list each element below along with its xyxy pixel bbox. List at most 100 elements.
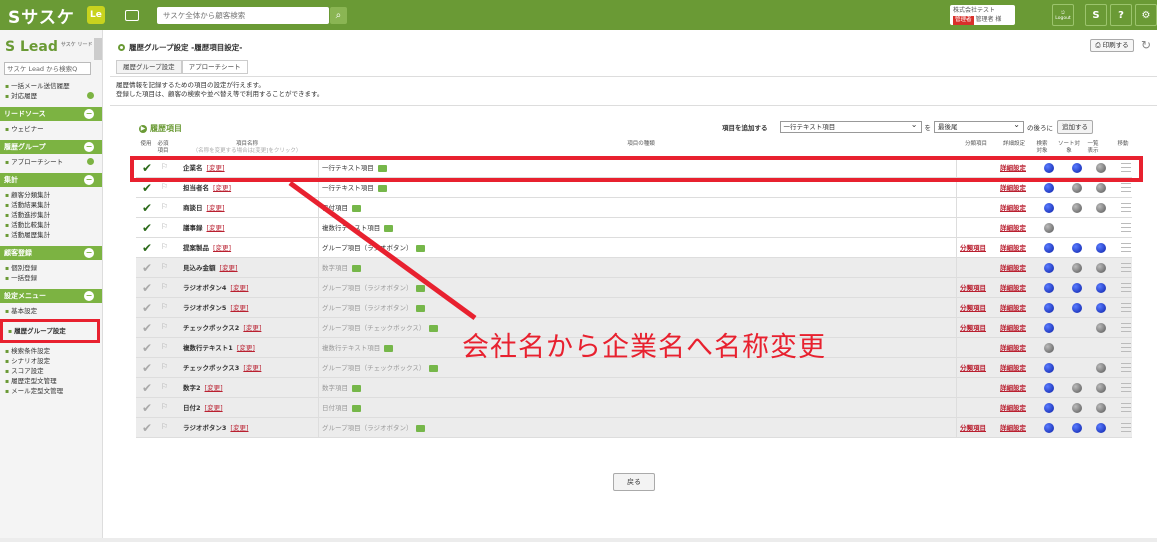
sidebar-section-history-group[interactable]: 履歴グループ [0, 140, 102, 154]
comment-icon[interactable] [429, 364, 439, 372]
list-toggle-dot[interactable] [1096, 323, 1106, 333]
lead-app-icon[interactable]: Le [86, 6, 105, 24]
detail-settings-link[interactable]: 詳細設定 [1000, 318, 1026, 338]
plus-icon[interactable] [87, 158, 94, 165]
rename-link[interactable]: [変更] [243, 364, 261, 372]
search-toggle-dot[interactable] [1044, 303, 1054, 313]
detail-settings-link[interactable]: 詳細設定 [1000, 358, 1026, 378]
drag-handle-icon[interactable] [1121, 343, 1131, 352]
sidebar-item-response-history[interactable]: 対応履歴 [0, 91, 102, 101]
sidebar-item-activity-result[interactable]: 活動結果集計 [0, 200, 102, 210]
list-toggle-dot[interactable] [1096, 183, 1106, 193]
sidebar-item-history-group-settings[interactable]: 履歴グループ設定 [0, 319, 100, 343]
comment-icon[interactable] [416, 304, 426, 312]
list-toggle-dot[interactable] [1096, 303, 1106, 313]
rename-link[interactable]: [変更] [213, 244, 231, 252]
search-toggle-dot[interactable] [1044, 223, 1054, 233]
required-flag-icon[interactable]: ⚐ [161, 382, 169, 392]
sort-toggle-dot[interactable] [1072, 383, 1082, 393]
drag-handle-icon[interactable] [1121, 363, 1131, 372]
rename-link[interactable]: [変更] [205, 404, 223, 412]
required-flag-icon[interactable]: ⚐ [161, 422, 169, 432]
required-flag-icon[interactable]: ⚐ [161, 182, 169, 192]
drag-handle-icon[interactable] [1121, 243, 1131, 252]
required-flag-icon[interactable]: ⚐ [161, 222, 169, 232]
sort-toggle-dot[interactable] [1072, 203, 1082, 213]
app-logo[interactable]: Sサスケ [8, 3, 75, 28]
required-flag-icon[interactable]: ⚐ [161, 362, 169, 372]
print-button[interactable]: ⎙ 印刷する [1090, 39, 1134, 52]
required-flag-icon[interactable]: ⚐ [161, 242, 169, 252]
comment-icon[interactable] [416, 424, 426, 432]
list-toggle-dot[interactable] [1096, 383, 1106, 393]
item-type-select[interactable]: 一行テキスト項目 [779, 120, 922, 133]
refresh-icon[interactable]: ↻ [1141, 38, 1151, 52]
use-check-icon[interactable]: ✔ [142, 301, 152, 315]
sidebar-item-webinar[interactable]: ウェビナー [0, 124, 102, 134]
rename-link[interactable]: [変更] [205, 384, 223, 392]
sidebar-item-approach-sheet[interactable]: アプローチシート [0, 157, 102, 167]
detail-settings-link[interactable]: 詳細設定 [1000, 238, 1026, 258]
search-toggle-dot[interactable] [1044, 183, 1054, 193]
sort-toggle-dot[interactable] [1072, 403, 1082, 413]
comment-icon[interactable] [429, 324, 439, 332]
drag-handle-icon[interactable] [1121, 383, 1131, 392]
required-flag-icon[interactable]: ⚐ [161, 262, 169, 272]
sidebar-section-settings[interactable]: 設定メニュー [0, 289, 102, 303]
use-check-icon[interactable]: ✔ [142, 261, 152, 275]
rename-link[interactable]: [変更] [230, 424, 248, 432]
rename-link[interactable]: [変更] [207, 204, 225, 212]
rename-link[interactable]: [変更] [207, 224, 225, 232]
required-flag-icon[interactable]: ⚐ [161, 202, 169, 212]
breadcrumb-approach-sheet[interactable]: アプローチシート [181, 60, 248, 74]
comment-icon[interactable] [352, 404, 361, 412]
sort-toggle-dot[interactable] [1072, 183, 1082, 193]
list-toggle-dot[interactable] [1096, 263, 1106, 273]
sidebar-item-search-conditions[interactable]: 検索条件設定 [0, 346, 102, 356]
drag-handle-icon[interactable] [1121, 423, 1131, 432]
required-flag-icon[interactable]: ⚐ [161, 282, 169, 292]
logout-button[interactable]: ⎋ Logout [1052, 4, 1074, 26]
drag-handle-icon[interactable] [1121, 323, 1131, 332]
gear-icon[interactable]: ⚙ [1135, 4, 1157, 26]
drag-handle-icon[interactable] [1121, 203, 1131, 212]
required-flag-icon[interactable]: ⚐ [161, 402, 169, 412]
use-check-icon[interactable]: ✔ [142, 421, 152, 435]
detail-settings-link[interactable]: 詳細設定 [1000, 278, 1026, 298]
use-check-icon[interactable]: ✔ [142, 221, 152, 235]
list-toggle-dot[interactable] [1096, 423, 1106, 433]
list-toggle-dot[interactable] [1096, 283, 1106, 293]
sidebar-section-lead-source[interactable]: リードソース [0, 107, 102, 121]
search-toggle-dot[interactable] [1044, 323, 1054, 333]
plus-icon[interactable] [87, 92, 94, 99]
list-toggle-dot[interactable] [1096, 363, 1106, 373]
sidebar-item-scenario[interactable]: シナリオ設定 [0, 356, 102, 366]
search-icon[interactable]: ⌕ [329, 6, 347, 24]
list-toggle-dot[interactable] [1096, 203, 1106, 213]
sidebar-section-customer-register[interactable]: 顧客登録 [0, 246, 102, 260]
search-toggle-dot[interactable] [1044, 383, 1054, 393]
category-link[interactable]: 分類項目 [960, 238, 986, 258]
chat-icon[interactable] [124, 9, 139, 21]
search-toggle-dot[interactable] [1044, 423, 1054, 433]
sidebar-item-customer-class[interactable]: 顧客分類集計 [0, 190, 102, 200]
detail-settings-link[interactable]: 詳細設定 [1000, 378, 1026, 398]
sort-toggle-dot[interactable] [1072, 283, 1082, 293]
list-toggle-dot[interactable] [1096, 243, 1106, 253]
detail-settings-link[interactable]: 詳細設定 [1000, 258, 1026, 278]
sidebar-item-activity-history[interactable]: 活動履歴集計 [0, 230, 102, 240]
rename-link[interactable]: [変更] [243, 324, 261, 332]
sidebar-item-basic-settings[interactable]: 基本設定 [0, 306, 102, 316]
detail-settings-link[interactable]: 詳細設定 [1000, 198, 1026, 218]
drag-handle-icon[interactable] [1121, 223, 1131, 232]
add-button[interactable]: 追加する [1057, 120, 1093, 134]
category-link[interactable]: 分類項目 [960, 318, 986, 338]
comment-icon[interactable] [416, 284, 426, 292]
drag-handle-icon[interactable] [1121, 303, 1131, 312]
sidebar-collapse-handle[interactable] [94, 38, 102, 60]
use-check-icon[interactable]: ✔ [142, 181, 152, 195]
sidebar-item-single-register[interactable]: 個別登録 [0, 263, 102, 273]
search-toggle-dot[interactable] [1044, 243, 1054, 253]
detail-settings-link[interactable]: 詳細設定 [1000, 338, 1026, 358]
global-search-input[interactable] [156, 6, 329, 24]
